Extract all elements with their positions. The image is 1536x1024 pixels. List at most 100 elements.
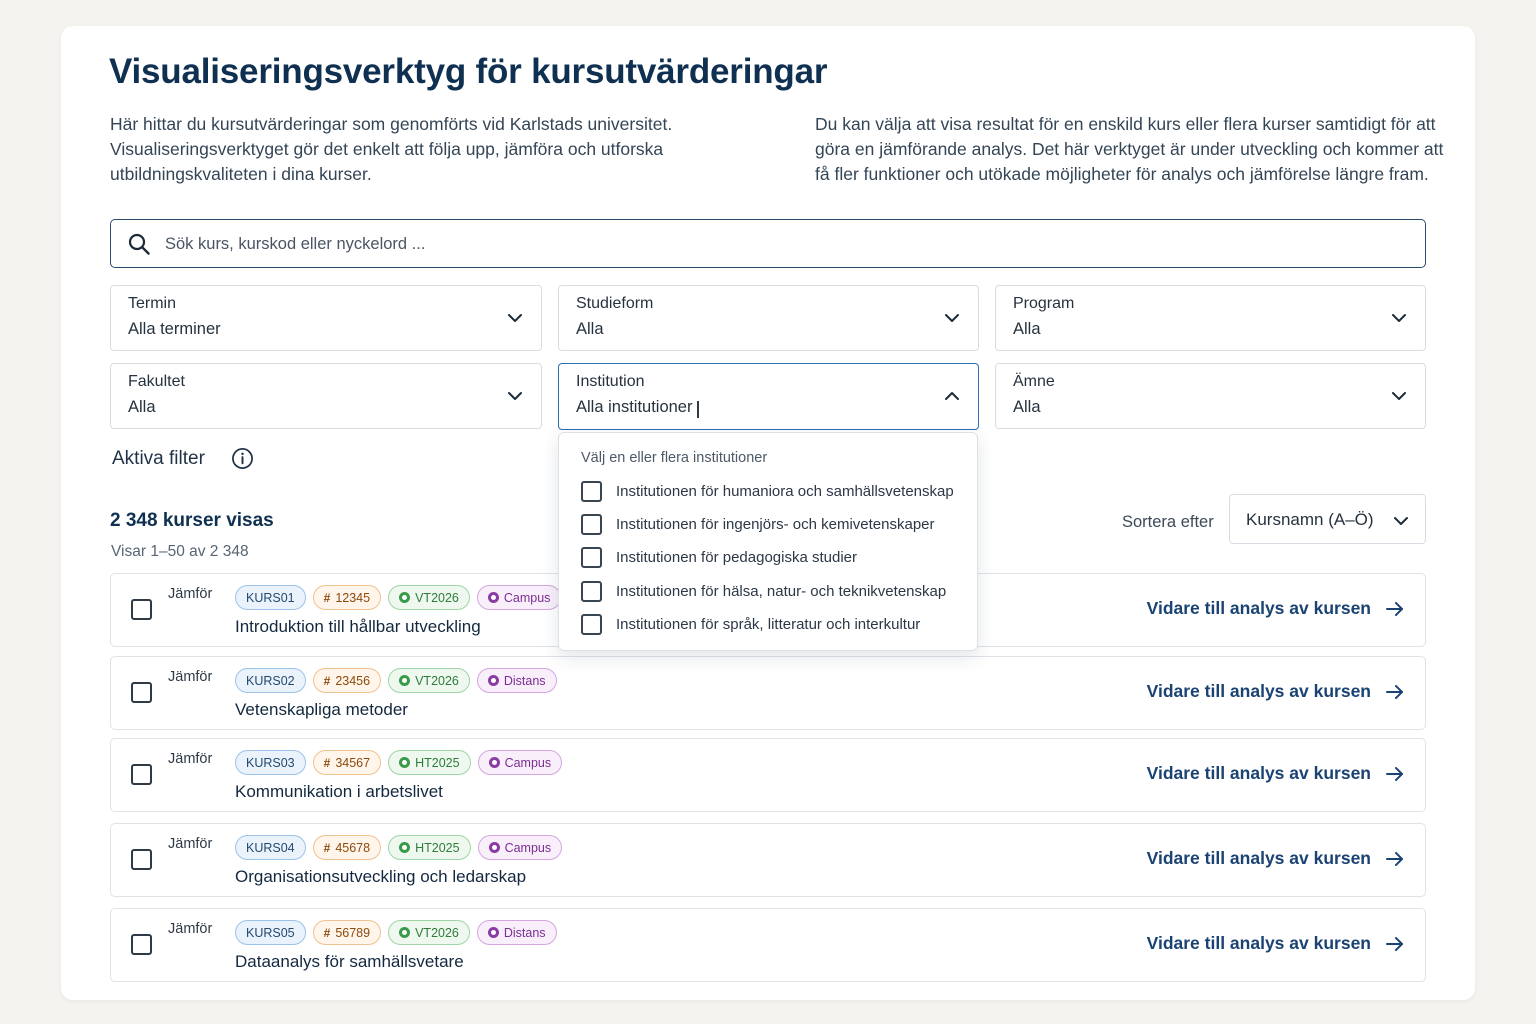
course-code-badge: KURS05 [235,920,306,945]
chevron-down-icon [508,392,522,400]
compare-label: Jämför [168,586,213,602]
compare-label: Jämför [168,921,213,937]
institution-option-checkbox[interactable] [581,546,602,568]
hash-icon: # [323,925,331,940]
location-icon [487,592,499,603]
sort-label: Sortera efter [1122,513,1214,531]
course-number-badge: #34567 [312,750,382,775]
compare-checkbox[interactable] [131,849,152,870]
arrow-right-icon [1386,851,1403,866]
course-analysis-link[interactable]: Vidare till analys av kursen [1147,933,1405,954]
results-range: Visar 1–50 av 2 348 [111,543,249,560]
filter-amne-label: Ämne [1013,373,1055,390]
course-analysis-link[interactable]: Vidare till analys av kursen [1147,763,1405,784]
compare-checkbox[interactable] [131,599,152,620]
course-code-badge: KURS02 [235,668,306,693]
chevron-down-icon [1392,314,1406,322]
sort-value: Kursnamn (A–Ö) [1246,510,1374,529]
institution-option[interactable]: Institutionen för språk, litteratur och … [581,612,920,636]
filter-program-value: Alla [1013,320,1041,338]
institution-option[interactable]: Institutionen för hälsa, natur- och tekn… [581,579,946,603]
course-analysis-link-label: Vidare till analys av kursen [1146,933,1371,953]
course-title: Organisationsutveckling och ledarskap [235,867,527,886]
course-analysis-link[interactable]: Vidare till analys av kursen [1147,681,1405,702]
course-analysis-link[interactable]: Vidare till analys av kursen [1147,598,1405,619]
institution-option[interactable]: Institutionen för humaniora och samhälls… [581,479,954,503]
filter-termin-label: Termin [128,295,177,312]
course-title: Introduktion till hållbar utveckling [235,617,481,636]
filter-studieform-value: Alla [576,320,604,338]
institution-option[interactable]: Institutionen för ingenjörs- och kemivet… [581,512,935,536]
compare-checkbox[interactable] [131,682,152,703]
hash-icon: # [323,840,331,855]
filter-amne-value: Alla [1013,398,1041,416]
hash-icon: # [323,673,331,688]
info-icon[interactable] [231,447,254,470]
institution-menu-hint: Välj en eller flera institutioner [581,450,768,466]
location-icon [487,927,499,938]
institution-option-checkbox[interactable] [581,580,602,602]
course-analysis-link-label: Vidare till analys av kursen [1146,681,1371,701]
filter-institution-label: Institution [576,373,645,390]
filter-fakultet-value: Alla [128,398,156,416]
shield-check-icon [399,675,411,686]
institution-option-label: Institutionen för humaniora och samhälls… [616,482,954,500]
course-term-badge: HT2025 [388,750,471,775]
shield-check-icon [399,927,411,938]
course-row: Jämför KURS03 #34567 HT2025 Campus Kommu… [110,738,1426,812]
filter-studieform[interactable]: Studieform Alla [558,285,979,351]
course-term-badge: HT2025 [388,835,471,860]
sort-select[interactable]: Kursnamn (A–Ö) [1229,494,1426,544]
course-analysis-link[interactable]: Vidare till analys av kursen [1147,848,1405,869]
course-term-badge: VT2026 [388,668,470,693]
institution-option-checkbox[interactable] [581,613,602,635]
intro-text-left: Här hittar du kursutvärderingar som geno… [110,114,673,184]
text-caret [697,401,699,418]
course-analysis-link-label: Vidare till analys av kursen [1146,598,1371,618]
institution-option-label: Institutionen för språk, litteratur och … [616,615,921,633]
page-title: Visualiseringsverktyg för kursutvärderin… [109,52,828,91]
filter-program[interactable]: Program Alla [995,285,1426,351]
arrow-right-icon [1386,601,1403,616]
filter-termin-value: Alla terminer [128,320,221,338]
course-mode-badge: Campus [477,750,563,775]
filter-fakultet[interactable]: Fakultet Alla [110,363,542,429]
course-code-badge: KURS03 [235,750,306,775]
course-title: Vetenskapliga metoder [235,700,408,719]
course-tags: KURS04 #45678 HT2025 Campus [235,835,563,860]
arrow-right-icon [1386,936,1403,951]
course-mode-badge: Campus [476,585,562,610]
chevron-down-icon [508,314,522,322]
compare-label: Jämför [168,669,213,685]
filter-studieform-label: Studieform [576,295,654,312]
course-code-badge: KURS04 [235,835,306,860]
course-mode-badge: Distans [476,668,557,693]
search-placeholder: Sök kurs, kurskod eller nyckelord ... [165,235,426,253]
intro-text-right: Du kan välja att visa resultat för en en… [815,114,1444,184]
course-number-badge: #45678 [312,835,382,860]
chevron-down-icon [1392,392,1406,400]
institution-option-label: Institutionen för pedagogiska studier [616,548,857,566]
institution-option-label: Institutionen för hälsa, natur- och tekn… [616,582,947,600]
institution-option-checkbox[interactable] [581,513,602,535]
location-icon [488,757,500,768]
course-mode-badge: Distans [476,920,557,945]
filter-program-label: Program [1013,295,1075,312]
institution-option-checkbox[interactable] [581,480,602,502]
chevron-down-icon [1394,517,1408,525]
compare-label: Jämför [168,751,213,767]
compare-checkbox[interactable] [131,934,152,955]
search-input[interactable]: Sök kurs, kurskod eller nyckelord ... [110,219,1426,268]
filter-institution[interactable]: Institution Alla institutioner [558,363,979,430]
course-term-badge: VT2026 [388,920,470,945]
shield-check-icon [399,592,411,603]
compare-checkbox[interactable] [131,764,152,785]
institution-dropdown-menu: Välj en eller flera institutioner Instit… [558,432,978,651]
course-tags: KURS02 #23456 VT2026 Distans [235,668,557,693]
course-term-badge: VT2026 [388,585,470,610]
hash-icon: # [323,755,331,770]
filter-amne[interactable]: Ämne Alla [995,363,1426,429]
filter-termin[interactable]: Termin Alla terminer [110,285,542,351]
course-title: Kommunikation i arbetslivet [235,782,443,801]
institution-option[interactable]: Institutionen för pedagogiska studier [581,545,857,569]
